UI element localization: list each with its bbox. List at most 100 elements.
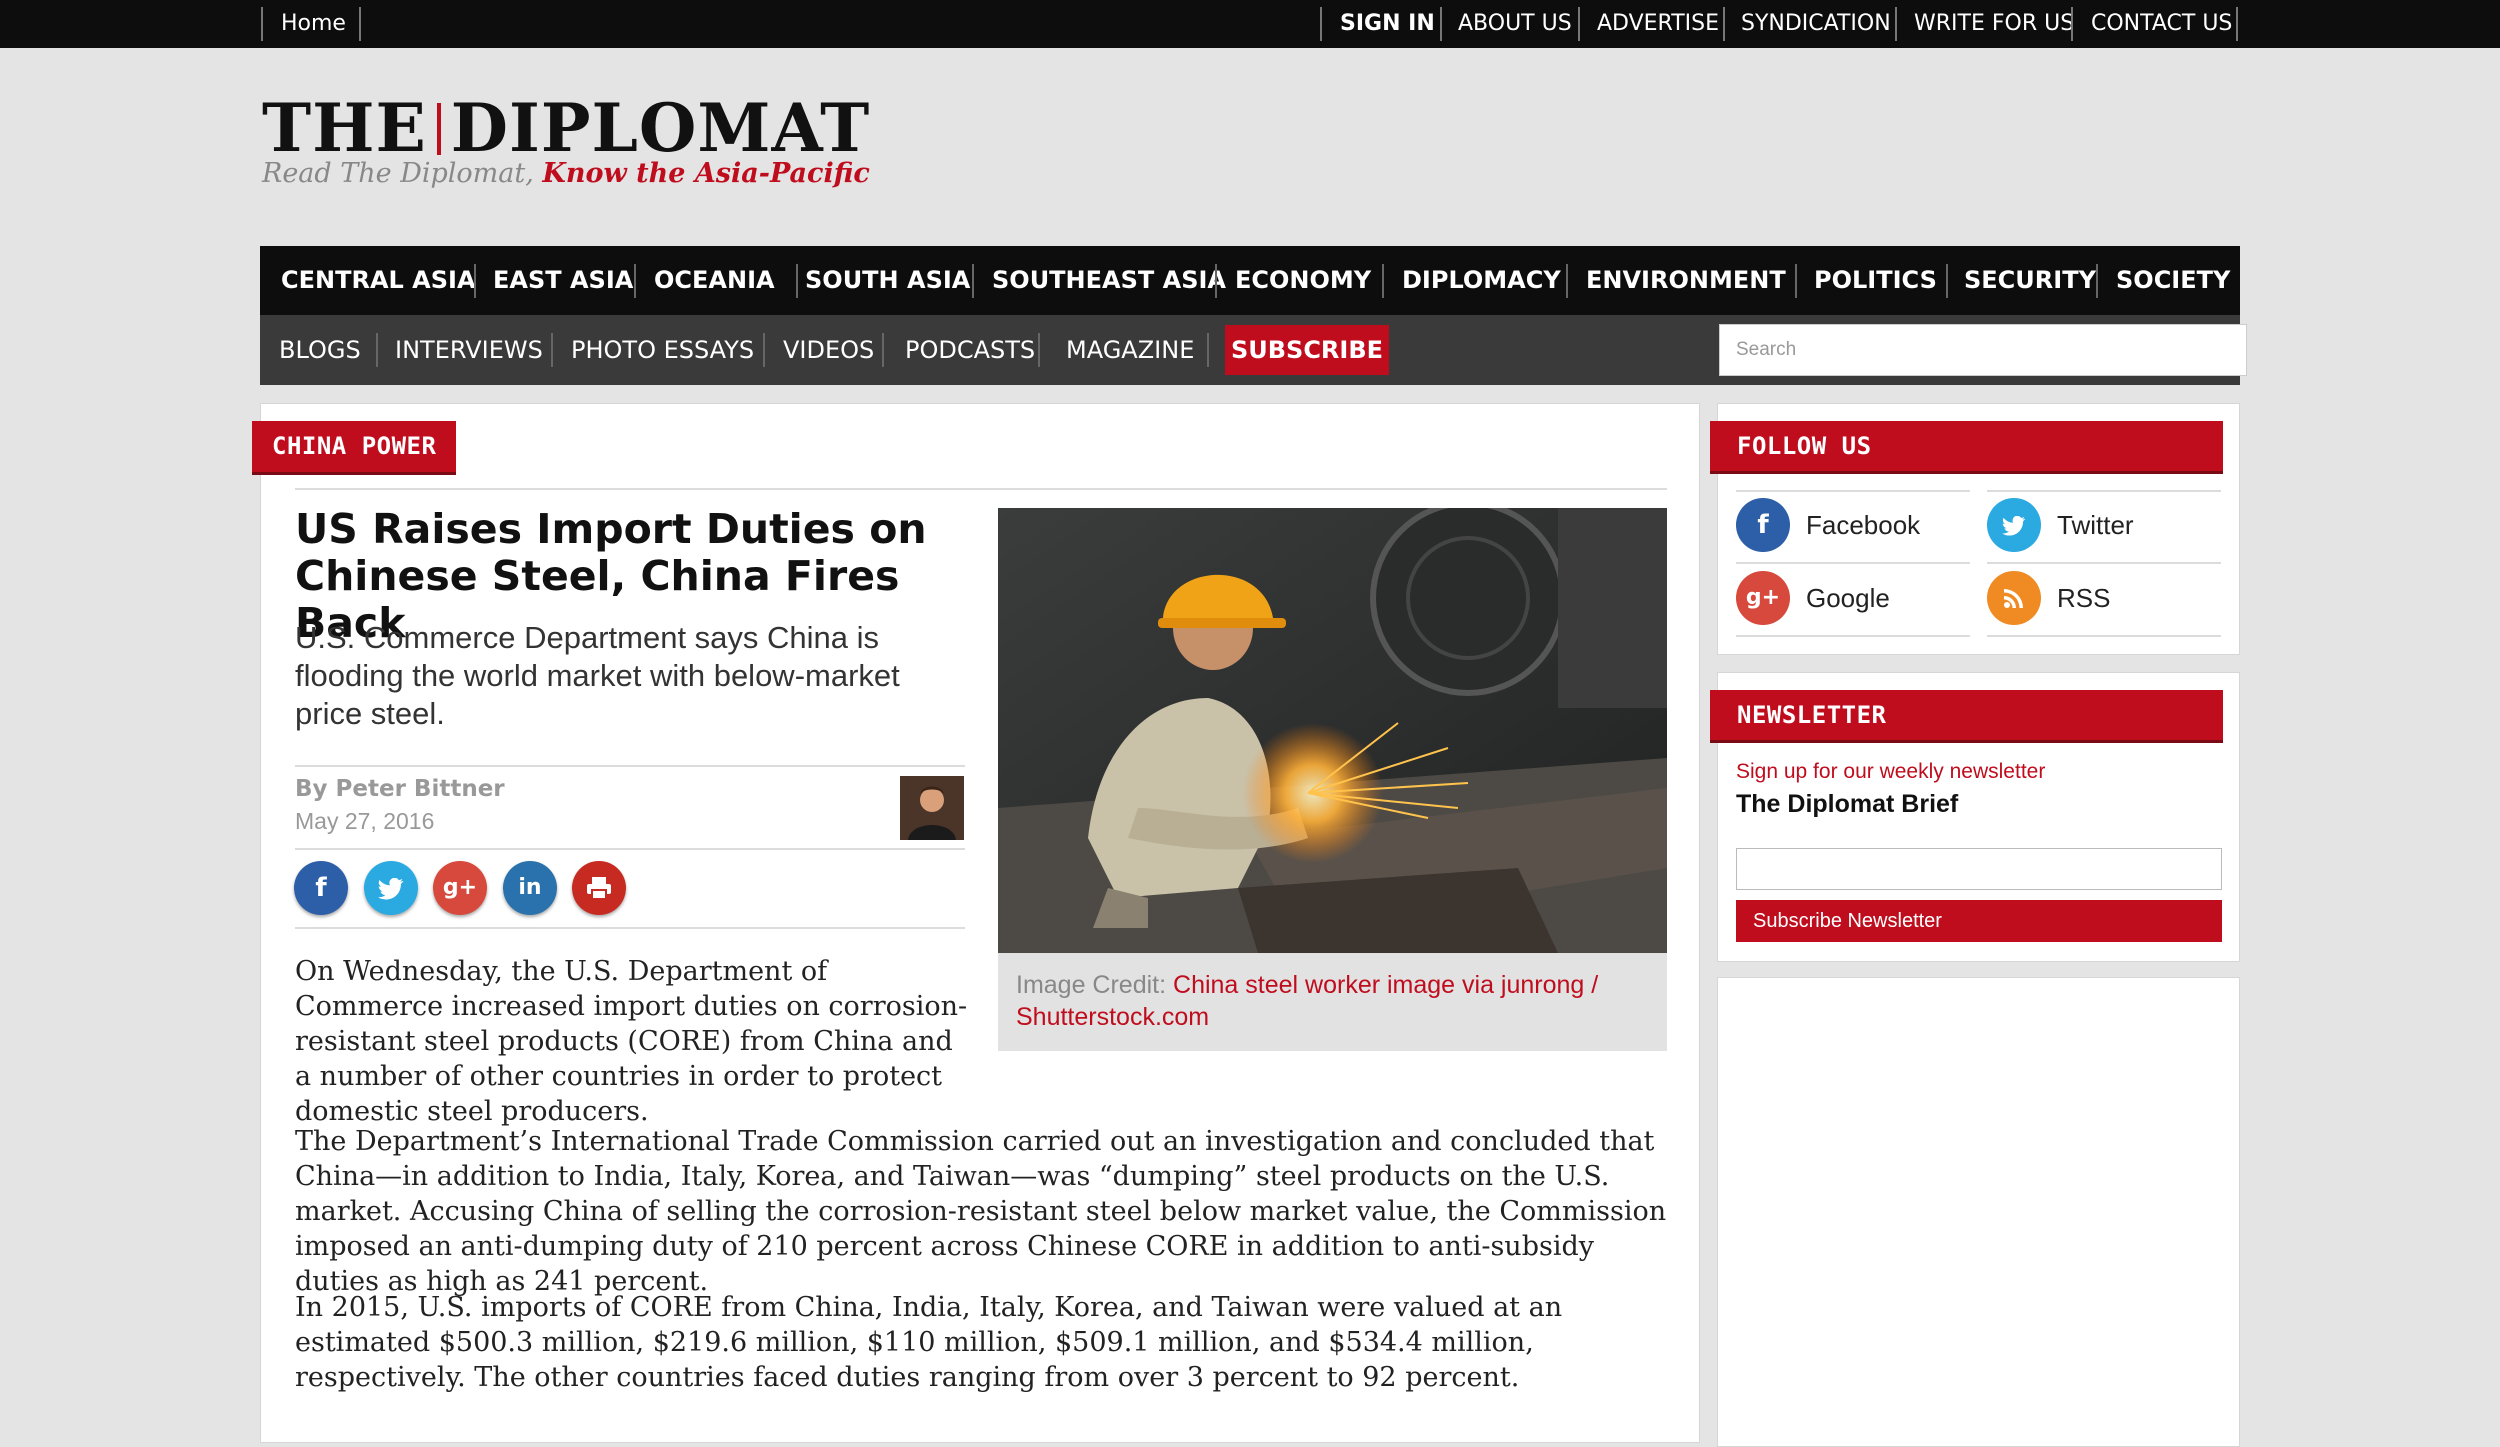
divider: [2096, 264, 2098, 298]
divider: [1566, 264, 1568, 298]
divider: [1038, 333, 1040, 367]
divider: [1382, 264, 1384, 298]
nav-politics[interactable]: POLITICS: [1814, 246, 1937, 315]
nav-environment[interactable]: ENVIRONMENT: [1586, 246, 1786, 315]
nav-central-asia[interactable]: CENTRAL ASIA: [281, 246, 476, 315]
follow-facebook-link[interactable]: f Facebook: [1736, 490, 1970, 563]
follow-label: Twitter: [2057, 510, 2134, 540]
subscribe-button[interactable]: SUBSCRIBE: [1225, 325, 1389, 375]
print-button[interactable]: [572, 861, 626, 915]
facebook-icon: f: [315, 873, 327, 903]
primary-nav: CENTRAL ASIA EAST ASIA OCEANIA SOUTH ASI…: [260, 246, 2240, 315]
top-utility-bar: Home SIGN IN ABOUT US ADVERTISE SYNDICAT…: [0, 0, 2500, 48]
nav-society[interactable]: SOCIETY: [2116, 246, 2230, 315]
google-plus-icon: g+: [1736, 571, 1790, 625]
search-input[interactable]: Search: [1719, 324, 2247, 376]
nav-south-asia[interactable]: SOUTH ASIA: [805, 246, 970, 315]
follow-us-heading: FOLLOW US: [1710, 421, 2223, 471]
logo-tagline: Read The Diplomat, Know the Asia-Pacific: [262, 158, 870, 189]
follow-label: Google: [1806, 583, 1890, 613]
section-ribbon[interactable]: CHINA POWER: [252, 421, 457, 472]
sign-in-link[interactable]: SIGN IN: [1340, 0, 1435, 48]
divider: [1723, 7, 1725, 41]
article-paragraph: On Wednesday, the U.S. Department of Com…: [295, 956, 968, 1127]
facebook-icon: f: [1736, 498, 1790, 552]
article-photo[interactable]: [998, 508, 1667, 953]
twitter-icon: [1987, 498, 2041, 552]
divider: [261, 7, 263, 41]
divider: [1320, 7, 1322, 41]
twitter-icon: [378, 873, 404, 903]
photo-caption: Image Credit: China steel worker image v…: [998, 953, 1667, 1051]
divider: [1440, 7, 1442, 41]
nav-photo-essays[interactable]: PHOTO ESSAYS: [571, 315, 754, 385]
article-paragraph: In 2015, U.S. imports of CORE from China…: [295, 1292, 1563, 1393]
follow-label: RSS: [2057, 583, 2111, 613]
divider: [295, 927, 965, 929]
advertise-link[interactable]: ADVERTISE: [1597, 0, 1719, 48]
home-link[interactable]: Home: [281, 0, 346, 48]
nav-diplomacy[interactable]: DIPLOMACY: [1402, 246, 1561, 315]
follow-google-link[interactable]: g+ Google: [1736, 563, 1970, 636]
share-google-plus-button[interactable]: g+: [433, 861, 487, 915]
nav-videos[interactable]: VIDEOS: [783, 315, 874, 385]
author-link[interactable]: By Peter Bittner: [295, 776, 505, 802]
article-dek: U.S. Commerce Department says China is f…: [295, 620, 900, 731]
divider: [763, 333, 765, 367]
nav-economy[interactable]: ECONOMY: [1235, 246, 1371, 315]
nav-east-asia[interactable]: EAST ASIA: [493, 246, 633, 315]
divider: [1946, 264, 1948, 298]
nav-magazine[interactable]: MAGAZINE: [1066, 315, 1194, 385]
divider: [796, 264, 798, 298]
nav-interviews[interactable]: INTERVIEWS: [395, 315, 543, 385]
divider: [634, 264, 636, 298]
write-for-us-link[interactable]: WRITE FOR US: [1914, 0, 2074, 48]
share-linkedin-button[interactable]: in: [503, 861, 557, 915]
linkedin-icon: in: [518, 875, 542, 900]
ad-placeholder-card: [1717, 977, 2240, 1447]
about-us-link[interactable]: ABOUT US: [1458, 0, 1572, 48]
rss-icon: [1987, 571, 2041, 625]
divider: [551, 333, 553, 367]
newsletter-subtitle: Sign up for our weekly newsletter: [1736, 760, 2046, 783]
share-twitter-button[interactable]: [364, 861, 418, 915]
newsletter-heading: NEWSLETTER: [1710, 690, 2223, 740]
divider: [882, 333, 884, 367]
author-avatar[interactable]: [900, 776, 964, 840]
article-paragraph: The Department’s International Trade Com…: [295, 1126, 1667, 1297]
divider: [1987, 635, 2221, 637]
divider: [359, 7, 361, 41]
divider: [1215, 264, 1217, 298]
divider: [1795, 264, 1797, 298]
caption-label: Image Credit:: [1016, 971, 1174, 999]
newsletter-name: The Diplomat Brief: [1736, 790, 1959, 818]
share-facebook-button[interactable]: f: [294, 861, 348, 915]
divider: [376, 333, 378, 367]
divider: [2236, 7, 2238, 41]
google-plus-icon: g+: [442, 875, 478, 900]
follow-rss-link[interactable]: RSS: [1987, 563, 2221, 636]
nav-oceania[interactable]: OCEANIA: [654, 246, 775, 315]
nav-security[interactable]: SECURITY: [1964, 246, 2096, 315]
nav-podcasts[interactable]: PODCASTS: [905, 315, 1035, 385]
divider: [474, 264, 476, 298]
divider: [1207, 333, 1209, 367]
nav-southeast-asia[interactable]: SOUTHEAST ASIA: [992, 246, 1226, 315]
syndication-link[interactable]: SYNDICATION: [1741, 0, 1891, 48]
divider: [2071, 7, 2073, 41]
newsletter-email-field[interactable]: [1736, 848, 2222, 890]
follow-twitter-link[interactable]: Twitter: [1987, 490, 2221, 563]
contact-us-link[interactable]: CONTACT US: [2091, 0, 2232, 48]
site-logo[interactable]: THE DIPLOMAT Read The Diplomat, Know the …: [262, 88, 871, 189]
print-icon: [586, 873, 612, 903]
divider: [295, 765, 965, 767]
follow-label: Facebook: [1806, 510, 1921, 540]
subscribe-newsletter-button[interactable]: Subscribe Newsletter: [1736, 900, 2222, 942]
divider: [1736, 635, 1970, 637]
divider: [1895, 7, 1897, 41]
divider: [1578, 7, 1580, 41]
logo-wordmark: THE DIPLOMAT: [262, 89, 871, 167]
divider: [295, 848, 965, 850]
publish-date: May 27, 2016: [295, 808, 435, 834]
nav-blogs[interactable]: BLOGS: [279, 315, 361, 385]
